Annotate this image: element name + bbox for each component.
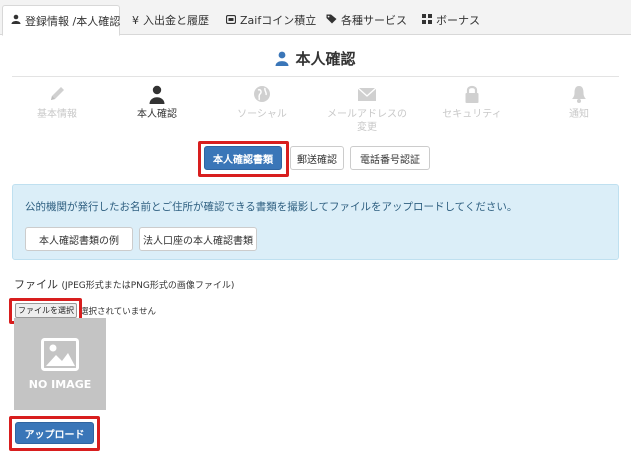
step-label: ソーシャル xyxy=(237,109,287,120)
tab-label: 各種サービス xyxy=(341,14,407,27)
person-icon xyxy=(112,84,202,104)
tab-zaif-coin[interactable]: Zaifコイン積立 xyxy=(218,5,324,35)
yen-icon: ¥ xyxy=(132,13,139,27)
step-security[interactable]: セキュリティ xyxy=(427,84,517,121)
grid-icon xyxy=(422,13,432,27)
bell-icon xyxy=(534,84,624,104)
tab-services[interactable]: 各種サービス xyxy=(318,5,415,35)
step-basic-info[interactable]: 基本情報 xyxy=(12,84,102,121)
image-placeholder-icon xyxy=(41,338,79,371)
person-icon xyxy=(11,14,21,27)
tab-label: Zaifコイン積立 xyxy=(240,14,317,27)
step-label: 基本情報 xyxy=(37,109,77,120)
step-label: 通知 xyxy=(569,109,589,120)
divider xyxy=(12,76,619,77)
top-tab-bar: 登録情報 /本人確認 ¥ 入出金と履歴 Zaifコイン積立 各種サービス ボーナ… xyxy=(0,0,631,36)
tab-label: ボーナス xyxy=(436,14,480,27)
step-label-line1: メールアドレスの xyxy=(327,109,407,120)
piggy-bank-icon xyxy=(225,14,237,27)
tab-postal-verification[interactable]: 郵送確認 xyxy=(290,146,344,170)
document-examples-button[interactable]: 本人確認書類の例 xyxy=(25,227,133,251)
page-title-text: 本人確認 xyxy=(295,50,356,68)
tab-label: 登録情報 /本人確認 xyxy=(25,14,121,28)
step-social[interactable]: ソーシャル xyxy=(217,84,307,121)
tab-phone-verification[interactable]: 電話番号認証 xyxy=(350,146,430,170)
step-label: 本人確認 xyxy=(137,109,177,120)
page-title: 本人確認 xyxy=(0,48,631,70)
corporate-documents-button[interactable]: 法人口座の本人確認書類 xyxy=(139,227,257,251)
step-label: セキュリティ xyxy=(442,109,502,120)
step-label-line2: 変更 xyxy=(357,122,377,133)
image-preview: NO IMAGE xyxy=(14,318,106,410)
step-identity[interactable]: 本人確認 xyxy=(112,84,202,121)
no-image-text: NO IMAGE xyxy=(28,378,92,391)
tag-icon xyxy=(326,14,337,27)
file-format-hint: (JPEG形式またはPNG形式の画像ファイル) xyxy=(61,281,235,291)
pencil-icon xyxy=(12,84,102,104)
step-notification[interactable]: 通知 xyxy=(534,84,624,121)
tab-deposit-history[interactable]: ¥ 入出金と履歴 xyxy=(124,5,217,35)
highlight-box xyxy=(9,416,100,451)
info-panel: 公的機関が発行したお名前とご住所が確認できる書類を撮影してファイルをアップロード… xyxy=(12,184,619,260)
lock-icon xyxy=(427,84,517,104)
tab-registration[interactable]: 登録情報 /本人確認 xyxy=(2,5,120,36)
tab-bonus[interactable]: ボーナス xyxy=(414,5,488,35)
envelope-icon xyxy=(322,84,412,104)
globe-icon xyxy=(217,84,307,104)
step-email-change[interactable]: メールアドレスの 変更 xyxy=(322,84,412,134)
person-icon xyxy=(275,51,289,70)
tab-label: 入出金と履歴 xyxy=(143,14,209,27)
info-message: 公的機関が発行したお名前とご住所が確認できる書類を撮影してファイルをアップロード… xyxy=(25,201,518,213)
file-field-label: ファイル (JPEG形式またはPNG形式の画像ファイル) xyxy=(14,276,234,292)
highlight-box xyxy=(198,141,289,177)
file-label-text: ファイル xyxy=(14,278,58,291)
file-status: 選択されていません xyxy=(80,307,156,317)
